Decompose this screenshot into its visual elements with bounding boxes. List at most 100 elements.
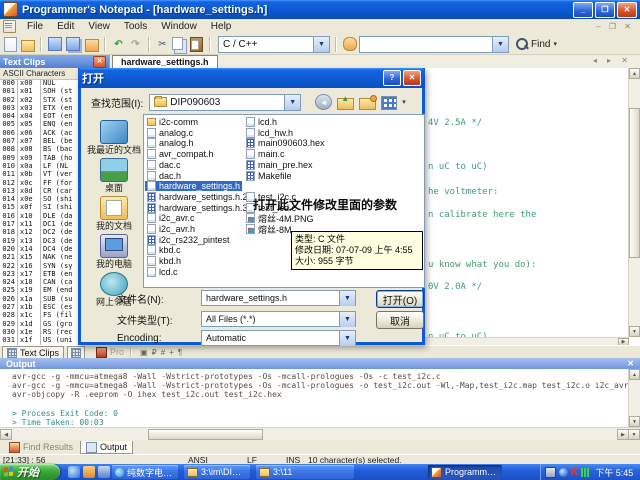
file-item[interactable]: Makefile — [244, 171, 294, 181]
file-item[interactable]: hardware_settings.h.30 — [145, 203, 255, 213]
scroll-up-icon[interactable]: ▲ — [629, 369, 640, 380]
place-item[interactable]: 我最近的文档 — [87, 120, 141, 155]
encoding-select[interactable]: Automatic ▼ — [201, 330, 356, 346]
menu-edit[interactable]: Edit — [50, 19, 81, 34]
place-item[interactable]: 我的文档 — [87, 196, 141, 231]
quick-launch-icon[interactable] — [83, 466, 95, 478]
scroll-up-icon[interactable]: ▲ — [629, 68, 640, 79]
output-console[interactable]: avr-gcc -g -mmcu=atmega8 -Wall -Wstrict-… — [0, 369, 629, 427]
chevron-down-icon[interactable]: ▼ — [492, 37, 508, 52]
place-item[interactable]: 桌面 — [87, 158, 141, 193]
chevron-down-icon[interactable]: ▼ — [339, 291, 355, 306]
quick-find-button[interactable] — [342, 37, 357, 52]
editor-vertical-scrollbar[interactable]: ▲ ▼ — [628, 68, 640, 337]
menu-tools[interactable]: Tools — [117, 19, 154, 34]
menu-view[interactable]: View — [81, 19, 117, 34]
file-name-input[interactable]: hardware_settings.h ▼ — [201, 290, 356, 306]
dialog-close-button[interactable]: ✕ — [403, 70, 421, 86]
help-button[interactable]: ? — [383, 70, 401, 86]
file-item[interactable]: avr_compat.h — [145, 149, 216, 159]
new-file-button[interactable] — [3, 37, 18, 52]
find-button[interactable]: Find ▾ — [511, 36, 562, 53]
tab-secondary-panel[interactable] — [67, 346, 85, 358]
tab-scroll-controls[interactable]: ◂ ▸ ✕ — [593, 56, 632, 65]
file-item[interactable]: kbd.h — [145, 256, 183, 266]
tab-hardware-settings[interactable]: hardware_settings.h — [112, 55, 218, 68]
strip-tool-icon[interactable]: ₽ — [150, 348, 159, 357]
strip-tool-icon[interactable]: + — [167, 348, 176, 357]
file-item[interactable]: lcd.h — [244, 117, 279, 127]
file-item[interactable]: analog.c — [145, 128, 195, 138]
taskbar-task[interactable]: 3:\11 — [256, 465, 354, 479]
file-item[interactable]: lcd_hw.h — [244, 128, 295, 138]
scrollbar-thumb[interactable] — [148, 429, 263, 440]
close-file-button[interactable] — [84, 37, 99, 52]
display-tray-icon[interactable] — [545, 467, 556, 478]
chevron-down-icon[interactable]: ▼ — [339, 312, 355, 327]
file-item[interactable]: i2c_rs232_pintest — [145, 235, 232, 245]
chevron-down-icon[interactable]: ▼ — [313, 37, 329, 52]
paste-button[interactable] — [189, 37, 204, 52]
menu-help[interactable]: Help — [204, 19, 239, 34]
panel-close-button[interactable]: ✕ — [93, 56, 106, 68]
menu-window[interactable]: Window — [154, 19, 204, 34]
place-item[interactable]: 我的电脑 — [87, 234, 141, 269]
back-icon[interactable]: ◄ — [315, 94, 332, 110]
start-button[interactable]: 开始 — [0, 464, 60, 480]
save-button[interactable] — [47, 37, 62, 52]
scroll-down-icon[interactable]: ▼ — [629, 326, 640, 337]
file-item[interactable]: i2c_avr.h — [145, 224, 197, 234]
taskbar-task[interactable]: 3:\im\DIP090603 — [184, 465, 250, 479]
file-item[interactable]: dac.h — [145, 171, 183, 181]
file-item[interactable]: i2c_avr.c — [145, 213, 197, 223]
file-item[interactable]: hardware_settings.h.22 — [145, 192, 255, 202]
file-item[interactable]: analog.h — [145, 138, 196, 148]
scroll-down-icon[interactable]: ▼ — [629, 416, 640, 427]
kmplayer-tray-icon[interactable]: K — [571, 468, 578, 477]
file-type-select[interactable]: All Files (*.*) ▼ — [201, 311, 356, 327]
search-input[interactable]: ▼ — [359, 36, 509, 53]
window-titlebar[interactable]: Programmer's Notepad - [hardware_setting… — [0, 0, 640, 19]
panel-header[interactable]: Text Clips ✕ — [0, 55, 109, 68]
minimize-button[interactable]: _ — [573, 2, 593, 18]
strip-tool-icon[interactable]: ▣ — [138, 348, 150, 357]
file-item[interactable]: kbd.c — [145, 245, 183, 255]
scheme-select[interactable]: C / C++ ▼ — [218, 36, 330, 53]
projects-icon[interactable] — [96, 347, 107, 358]
output-vertical-scrollbar[interactable]: ▲ ▼ — [628, 369, 640, 427]
output-horizontal-scrollbar[interactable]: ◀ ▶ ▼ — [0, 427, 640, 440]
taskbar-task[interactable]: 纯数字电视 - 实 — [112, 465, 178, 479]
new-folder-icon[interactable] — [359, 98, 376, 110]
copy-button[interactable] — [172, 37, 187, 52]
file-item[interactable]: hardware_settings.h — [145, 181, 242, 191]
file-item[interactable]: lcd.c — [145, 267, 180, 277]
up-one-level-icon[interactable] — [337, 98, 354, 110]
undo-button[interactable]: ↶ — [111, 37, 126, 52]
strip-tool-icon[interactable]: ¶ — [176, 348, 184, 357]
tab-output[interactable]: Output — [80, 441, 133, 454]
cut-button[interactable]: ✂ — [155, 37, 170, 52]
file-item[interactable]: main.c — [244, 149, 287, 159]
redo-button[interactable]: ↷ — [128, 37, 143, 52]
output-header[interactable]: Output ✕ — [0, 358, 640, 369]
chevron-down-icon[interactable]: ▾ — [402, 98, 406, 106]
mdi-window-controls[interactable]: – ❐ ✕ — [596, 22, 634, 31]
chevron-down-icon[interactable]: ▼ — [339, 331, 355, 346]
quick-launch-icon[interactable] — [98, 466, 110, 478]
maximize-button[interactable]: ❐ — [595, 2, 615, 18]
file-item[interactable]: i2c-comm — [145, 117, 200, 127]
close-button[interactable]: ✕ — [617, 2, 637, 18]
view-menu-icon[interactable] — [381, 96, 397, 110]
dialog-titlebar[interactable]: 打开 ? ✕ — [78, 68, 425, 88]
file-item[interactable]: dac.c — [145, 160, 183, 170]
taskbar-task[interactable]: Programmer's Not... — [428, 465, 502, 479]
output-close-icon[interactable]: ✕ — [627, 359, 634, 368]
scrollbar-thumb[interactable] — [629, 108, 640, 258]
open-button[interactable]: 打开(O) — [376, 290, 424, 308]
file-item[interactable]: main_pre.hex — [244, 160, 315, 170]
strip-tool-icon[interactable]: # — [159, 348, 167, 357]
chevron-down-icon[interactable]: ▼ — [284, 95, 300, 110]
tab-find-results[interactable]: Find Results — [4, 441, 78, 453]
save-all-button[interactable] — [64, 37, 82, 52]
quick-launch-icon[interactable] — [68, 466, 80, 478]
